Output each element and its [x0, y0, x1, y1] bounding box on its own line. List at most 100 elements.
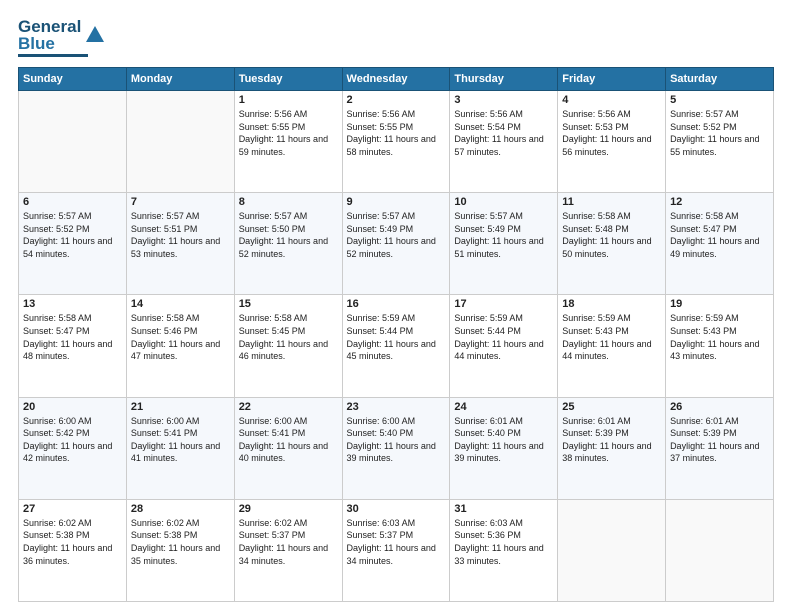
cell-info: Sunset: 5:51 PM [131, 223, 230, 236]
day-number: 3 [454, 94, 553, 106]
cell-info: Sunset: 5:44 PM [454, 325, 553, 338]
cell-info: Sunset: 5:40 PM [347, 427, 446, 440]
cell-info: Sunrise: 6:01 AM [562, 415, 661, 428]
cell-info: Daylight: 11 hours and 36 minutes. [23, 542, 122, 567]
day-number: 31 [454, 503, 553, 515]
cell-info: Daylight: 11 hours and 40 minutes. [239, 440, 338, 465]
calendar-cell: 24Sunrise: 6:01 AMSunset: 5:40 PMDayligh… [450, 397, 558, 499]
page: General Blue Sunday Monday Tuesday [0, 0, 792, 612]
cell-info: Sunrise: 5:56 AM [562, 108, 661, 121]
calendar-cell: 8Sunrise: 5:57 AMSunset: 5:50 PMDaylight… [234, 193, 342, 295]
calendar-cell: 7 Sunrise: 5:57 AMSunset: 5:51 PMDaylight… [126, 193, 234, 295]
day-number: 1 [239, 94, 338, 106]
day-number: 10 [454, 196, 553, 208]
cell-info: Sunrise: 5:56 AM [347, 108, 446, 121]
calendar-cell: 22Sunrise: 6:00 AMSunset: 5:41 PMDayligh… [234, 397, 342, 499]
calendar-cell: 11Sunrise: 5:58 AMSunset: 5:48 PMDayligh… [558, 193, 666, 295]
day-number: 29 [239, 503, 338, 515]
logo-icon [84, 24, 106, 46]
cell-info: Daylight: 11 hours and 53 minutes. [131, 235, 230, 260]
header-sunday: Sunday [19, 68, 127, 91]
calendar-cell: 3Sunrise: 5:56 AMSunset: 5:54 PMDaylight… [450, 91, 558, 193]
cell-info: Daylight: 11 hours and 47 minutes. [131, 338, 230, 363]
cell-info: Sunrise: 5:57 AM [670, 108, 769, 121]
cell-info: Sunrise: 5:57 AM [23, 210, 122, 223]
cell-info: Sunset: 5:45 PM [239, 325, 338, 338]
cell-info: Sunrise: 5:57 AM [454, 210, 553, 223]
cell-info: Sunrise: 6:02 AM [239, 517, 338, 530]
day-number: 18 [562, 298, 661, 310]
day-number: 4 [562, 94, 661, 106]
day-number: 7 [131, 196, 230, 208]
cell-info: Sunrise: 6:00 AM [23, 415, 122, 428]
day-number: 12 [670, 196, 769, 208]
cell-info: Daylight: 11 hours and 39 minutes. [347, 440, 446, 465]
cell-info: Sunrise: 6:02 AM [23, 517, 122, 530]
cell-info: Sunrise: 5:57 AM [239, 210, 338, 223]
cell-info: Sunset: 5:37 PM [239, 529, 338, 542]
cell-info: Sunset: 5:37 PM [347, 529, 446, 542]
day-number: 13 [23, 298, 122, 310]
cell-info: Daylight: 11 hours and 58 minutes. [347, 133, 446, 158]
calendar-header-row: Sunday Monday Tuesday Wednesday Thursday… [19, 68, 774, 91]
cell-info: Daylight: 11 hours and 34 minutes. [347, 542, 446, 567]
cell-info: Sunset: 5:36 PM [454, 529, 553, 542]
cell-info: Daylight: 11 hours and 52 minutes. [347, 235, 446, 260]
calendar-cell: 23Sunrise: 6:00 AMSunset: 5:40 PMDayligh… [342, 397, 450, 499]
cell-info: Sunrise: 5:57 AM [131, 210, 230, 223]
cell-info: Sunset: 5:49 PM [454, 223, 553, 236]
day-number: 20 [23, 401, 122, 413]
day-number: 5 [670, 94, 769, 106]
day-number: 22 [239, 401, 338, 413]
calendar-cell: 5Sunrise: 5:57 AMSunset: 5:52 PMDaylight… [666, 91, 774, 193]
cell-info: Sunset: 5:47 PM [670, 223, 769, 236]
cell-info: Daylight: 11 hours and 48 minutes. [23, 338, 122, 363]
cell-info: Sunrise: 5:59 AM [347, 312, 446, 325]
cell-info: Daylight: 11 hours and 45 minutes. [347, 338, 446, 363]
day-number: 28 [131, 503, 230, 515]
cell-info: Sunset: 5:53 PM [562, 121, 661, 134]
calendar-cell: 27Sunrise: 6:02 AMSunset: 5:38 PMDayligh… [19, 499, 127, 601]
cell-info: Sunset: 5:40 PM [454, 427, 553, 440]
cell-info: Sunrise: 6:01 AM [670, 415, 769, 428]
calendar-week-1: 1Sunrise: 5:56 AMSunset: 5:55 PMDaylight… [19, 91, 774, 193]
calendar-cell [558, 499, 666, 601]
cell-info: Daylight: 11 hours and 50 minutes. [562, 235, 661, 260]
calendar-cell: 4Sunrise: 5:56 AMSunset: 5:53 PMDaylight… [558, 91, 666, 193]
calendar-cell: 29Sunrise: 6:02 AMSunset: 5:37 PMDayligh… [234, 499, 342, 601]
calendar-cell: 30 Sunrise: 6:03 AMSunset: 5:37 PMDayligh… [342, 499, 450, 601]
calendar-cell: 12Sunrise: 5:58 AMSunset: 5:47 PMDayligh… [666, 193, 774, 295]
cell-info: Sunrise: 6:02 AM [131, 517, 230, 530]
cell-info: Sunrise: 5:58 AM [239, 312, 338, 325]
day-number: 30 [347, 503, 446, 515]
calendar-table: Sunday Monday Tuesday Wednesday Thursday… [18, 67, 774, 602]
day-number: 21 [131, 401, 230, 413]
calendar-cell [19, 91, 127, 193]
cell-info: Sunrise: 5:56 AM [239, 108, 338, 121]
calendar-cell: 13Sunrise: 5:58 AMSunset: 5:47 PMDayligh… [19, 295, 127, 397]
day-number: 11 [562, 196, 661, 208]
calendar-cell: 16Sunrise: 5:59 AMSunset: 5:44 PMDayligh… [342, 295, 450, 397]
cell-info: Sunset: 5:47 PM [23, 325, 122, 338]
cell-info: Sunrise: 6:03 AM [347, 517, 446, 530]
cell-info: Sunset: 5:41 PM [131, 427, 230, 440]
day-number: 19 [670, 298, 769, 310]
cell-info: Sunrise: 5:56 AM [454, 108, 553, 121]
cell-info: Daylight: 11 hours and 51 minutes. [454, 235, 553, 260]
calendar-cell: 19Sunrise: 5:59 AMSunset: 5:43 PMDayligh… [666, 295, 774, 397]
cell-info: Daylight: 11 hours and 37 minutes. [670, 440, 769, 465]
cell-info: Daylight: 11 hours and 57 minutes. [454, 133, 553, 158]
calendar-cell: 25Sunrise: 6:01 AMSunset: 5:39 PMDayligh… [558, 397, 666, 499]
calendar-cell: 20Sunrise: 6:00 AMSunset: 5:42 PMDayligh… [19, 397, 127, 499]
cell-info: Sunset: 5:43 PM [562, 325, 661, 338]
day-number: 26 [670, 401, 769, 413]
day-number: 24 [454, 401, 553, 413]
cell-info: Sunset: 5:48 PM [562, 223, 661, 236]
header-thursday: Thursday [450, 68, 558, 91]
calendar-cell: 14Sunrise: 5:58 AMSunset: 5:46 PMDayligh… [126, 295, 234, 397]
day-number: 8 [239, 196, 338, 208]
cell-info: Sunrise: 5:58 AM [670, 210, 769, 223]
day-number: 15 [239, 298, 338, 310]
logo-general: General [18, 18, 81, 35]
cell-info: Daylight: 11 hours and 44 minutes. [562, 338, 661, 363]
